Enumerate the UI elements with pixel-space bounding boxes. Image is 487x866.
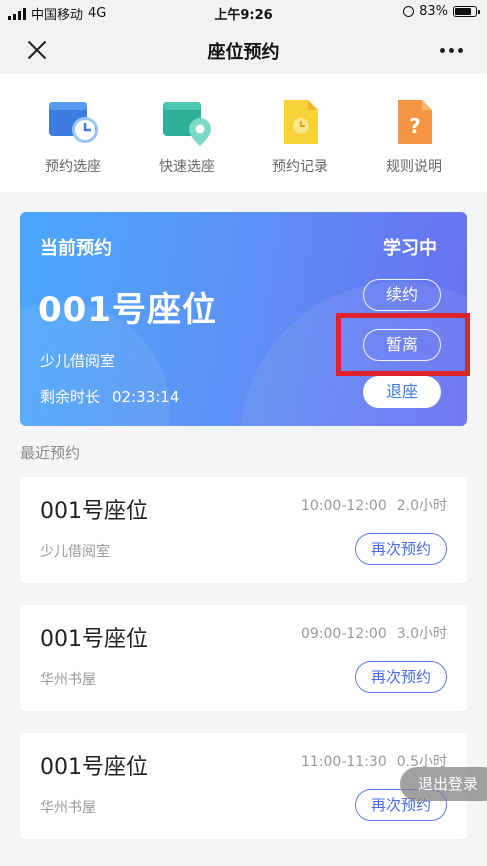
highlight-annotation-box (336, 313, 470, 376)
booking-room-name: 华州书屋 (40, 672, 96, 688)
recent-bookings-title: 最近预约 (20, 444, 81, 462)
quick-menu: 预约选座 快速选座 预约记录 ? 规则说明 (0, 74, 487, 192)
recent-booking-card: 001号座位 09:00-12:00 3.0小时 华州书屋 再次预约 (20, 605, 467, 711)
page-title: 座位预约 (207, 42, 280, 63)
booking-seat-number: 001号座位 (40, 499, 148, 524)
booking-time-range: 09:00-12:00 (300, 626, 387, 642)
booking-room-name: 少儿借阅室 (40, 544, 110, 560)
booking-time: 09:00-12:00 3.0小时 (301, 623, 447, 643)
calendar-clock-icon (43, 96, 103, 148)
booking-time-range: 10:00-12:00 (300, 498, 387, 514)
current-room-name: 少儿借阅室 (40, 352, 116, 370)
svg-text:?: ? (409, 114, 421, 138)
quick-menu-label: 预约记录 (272, 159, 328, 175)
rebook-button[interactable]: 再次预约 (355, 661, 447, 693)
recent-booking-card: 001号座位 10:00-12:00 2.0小时 少儿借阅室 再次预约 (20, 477, 467, 583)
booking-seat-number: 001号座位 (40, 755, 148, 780)
current-seat-number: 001号座位 (38, 290, 217, 330)
study-status: 学习中 (383, 238, 437, 259)
nav-bar: 座位预约 (0, 26, 487, 74)
battery-percent: 83% (419, 4, 448, 19)
renew-button[interactable]: 续约 (363, 279, 441, 311)
remaining-time-value: 02:33:14 (112, 388, 180, 406)
booking-room-name: 华州书屋 (40, 800, 96, 816)
quick-menu-label: 预约选座 (45, 159, 101, 175)
booking-seat-number: 001号座位 (40, 627, 148, 652)
booking-duration: 2.0小时 (396, 498, 447, 514)
quick-menu-rules[interactable]: ? 规则说明 (354, 96, 474, 176)
remaining-time-label: 剩余时长 (40, 388, 101, 406)
question-document-icon: ? (384, 96, 444, 148)
quick-menu-records[interactable]: 预约记录 (240, 96, 360, 176)
more-icon[interactable] (440, 48, 463, 53)
checkout-button[interactable]: 退座 (363, 376, 441, 408)
booking-time-range: 11:00-11:30 (300, 754, 387, 770)
rebook-button[interactable]: 再次预约 (355, 533, 447, 565)
quick-menu-reserve-seat[interactable]: 预约选座 (13, 96, 133, 176)
remaining-time: 剩余时长 02:33:14 (40, 386, 179, 407)
rotation-lock-icon (403, 6, 415, 17)
quick-menu-fast-seat[interactable]: 快速选座 (127, 96, 247, 176)
location-pin-icon (157, 96, 217, 148)
quick-menu-label: 快速选座 (159, 159, 215, 175)
booking-time: 10:00-12:00 2.0小时 (301, 495, 447, 515)
document-clock-icon (270, 96, 330, 148)
battery-icon (453, 6, 480, 17)
status-bar: 中国移动 4G 上午9:26 83% (0, 0, 487, 26)
logout-button[interactable]: 退出登录 (400, 767, 487, 801)
booking-duration: 3.0小时 (396, 626, 447, 642)
status-right: 83% (403, 4, 480, 19)
current-booking-header: 当前预约 (40, 238, 112, 259)
quick-menu-label: 规则说明 (386, 159, 442, 175)
